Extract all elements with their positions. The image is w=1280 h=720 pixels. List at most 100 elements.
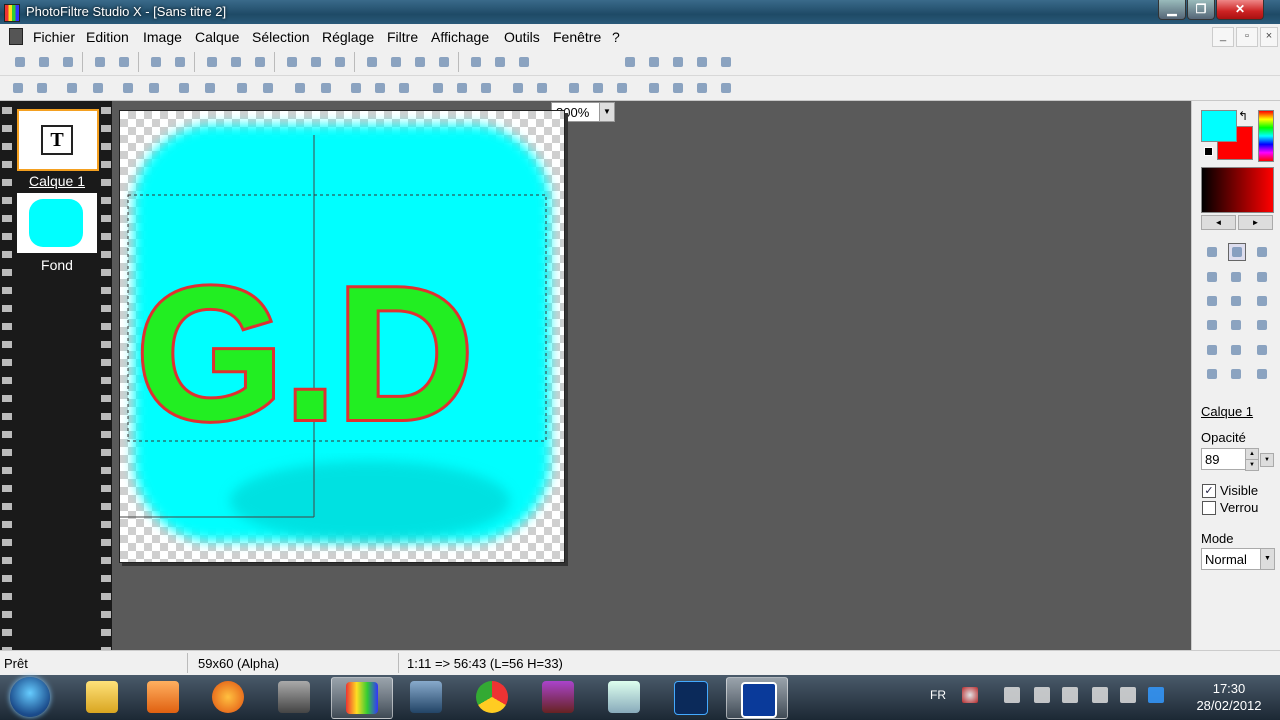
sharpen-icon[interactable] [454, 80, 470, 96]
layer-label-fond[interactable]: Fond [10, 257, 104, 273]
recycle-icon[interactable] [718, 80, 734, 96]
layer-thumb-fond[interactable] [17, 193, 97, 253]
tile-icon[interactable] [670, 80, 686, 96]
arrow-left-icon[interactable]: ◄ [1201, 215, 1236, 230]
selection-icon[interactable] [1228, 243, 1246, 261]
help-tray-icon[interactable] [962, 687, 978, 703]
rotate-icon[interactable] [396, 80, 412, 96]
settings-icon[interactable] [332, 54, 348, 70]
plugin-icon[interactable] [468, 54, 484, 70]
brightness-minus-icon[interactable] [90, 80, 106, 96]
media-taskbar-button[interactable] [133, 677, 193, 717]
menu-fenetre[interactable]: Fenêtre [553, 29, 601, 45]
minimize-button[interactable]: ▁ [1158, 0, 1186, 20]
security-taskbar-button[interactable] [264, 677, 324, 717]
contrast-minus-icon[interactable] [146, 80, 162, 96]
text-plus-icon[interactable] [10, 80, 26, 96]
canvas-size-icon[interactable] [412, 54, 428, 70]
menu-filtre[interactable]: Filtre [387, 29, 418, 45]
border-icon[interactable] [614, 80, 630, 96]
undo-icon[interactable] [148, 54, 164, 70]
level-icon[interactable] [292, 80, 308, 96]
menu-reglage[interactable]: Réglage [322, 29, 374, 45]
new-file-icon[interactable] [12, 54, 28, 70]
foreground-color-swatch[interactable] [1201, 110, 1237, 142]
flag-icon[interactable] [1034, 687, 1050, 703]
menu-fichier[interactable]: Fichier [33, 29, 75, 45]
winrar-taskbar-button[interactable] [528, 677, 588, 717]
browser-icon[interactable] [516, 54, 532, 70]
frame-icon[interactable] [566, 80, 582, 96]
print-icon[interactable] [92, 54, 108, 70]
menu-selection[interactable]: Sélection [252, 29, 310, 45]
drop-tool-icon[interactable] [1204, 342, 1220, 358]
blur-icon[interactable] [430, 80, 446, 96]
smart-brush-icon[interactable] [1228, 317, 1244, 333]
visible-checkbox[interactable]: ✓ [1202, 484, 1216, 498]
power-icon[interactable] [1062, 687, 1078, 703]
active-layer-name[interactable]: Calque 1 [1201, 404, 1253, 419]
chevron-down-icon[interactable]: ▼ [1260, 549, 1274, 569]
fullscreen-icon[interactable] [718, 54, 734, 70]
hand-icon[interactable] [1254, 244, 1270, 260]
texture-icon[interactable] [510, 80, 526, 96]
stack-icon[interactable] [694, 80, 710, 96]
spray-icon[interactable] [1228, 293, 1244, 309]
grid-icon[interactable] [308, 54, 324, 70]
layer-thumb-calque-1[interactable]: T [17, 109, 99, 171]
virtualbox-taskbar-button[interactable] [396, 677, 456, 717]
effects-icon[interactable] [492, 54, 508, 70]
shadow-icon[interactable] [590, 80, 606, 96]
zoom-out-icon[interactable] [646, 54, 662, 70]
paste-new-icon[interactable] [252, 54, 268, 70]
text-icon[interactable] [436, 54, 452, 70]
photoshop-taskbar-button[interactable] [660, 677, 720, 717]
image-canvas[interactable]: G.D [119, 110, 565, 563]
chevron-down-icon[interactable]: ▼ [599, 103, 614, 121]
stamp-icon[interactable] [1254, 317, 1270, 333]
default-colors-icon[interactable] [1204, 147, 1213, 156]
save-icon[interactable] [60, 54, 76, 70]
explorer-taskbar-button[interactable] [72, 677, 132, 717]
menu-outils[interactable]: Outils [504, 29, 540, 45]
scan-icon[interactable] [116, 54, 132, 70]
redo-icon[interactable] [172, 54, 188, 70]
pointer-icon[interactable] [1204, 244, 1220, 260]
flip-v-icon[interactable] [372, 80, 388, 96]
fill-bucket-icon[interactable] [1204, 293, 1220, 309]
hue-strip[interactable] [1258, 110, 1274, 162]
texture-tool-icon[interactable] [1228, 366, 1244, 382]
magic-wand-icon[interactable] [1228, 269, 1244, 285]
arrow-right-icon[interactable]: ► [1238, 215, 1273, 230]
copy-icon[interactable] [204, 54, 220, 70]
dropbox-icon[interactable] [1148, 687, 1164, 703]
resize-icon[interactable] [388, 54, 404, 70]
emboss-icon[interactable] [534, 80, 550, 96]
start-button[interactable] [10, 677, 50, 717]
gamma-minus-icon[interactable] [202, 80, 218, 96]
flip-h-icon[interactable] [348, 80, 364, 96]
clock[interactable]: 17:30 28/02/2012 [1184, 680, 1274, 714]
saturation-minus-icon[interactable] [260, 80, 276, 96]
clone-icon[interactable] [1204, 366, 1220, 382]
gamma-plus-icon[interactable] [176, 80, 192, 96]
close-button[interactable]: ✕ [1216, 0, 1264, 20]
saturation-plus-icon[interactable] [234, 80, 250, 96]
menu-affichage[interactable]: Affichage [431, 29, 489, 45]
firefox-taskbar-button[interactable] [198, 677, 258, 717]
maximize-button[interactable]: ❐ [1187, 0, 1215, 20]
menu-image[interactable]: Image [143, 29, 182, 45]
mirror-icon[interactable] [646, 80, 662, 96]
drop-icon[interactable] [478, 80, 494, 96]
mdi-close-button[interactable]: × [1260, 27, 1278, 47]
app-icon[interactable] [4, 4, 20, 22]
heart-icon[interactable] [1254, 366, 1270, 382]
photofiltre-taskbar-button[interactable] [331, 677, 393, 719]
menu-calque[interactable]: Calque [195, 29, 239, 45]
color-icon[interactable] [284, 54, 300, 70]
color-gradient-picker[interactable] [1201, 167, 1274, 213]
pen-icon[interactable] [1254, 342, 1270, 358]
mode-select[interactable]: Normal ▼ [1201, 548, 1275, 570]
menu-edition[interactable]: Edition [86, 29, 129, 45]
actual-size-icon[interactable] [670, 54, 686, 70]
